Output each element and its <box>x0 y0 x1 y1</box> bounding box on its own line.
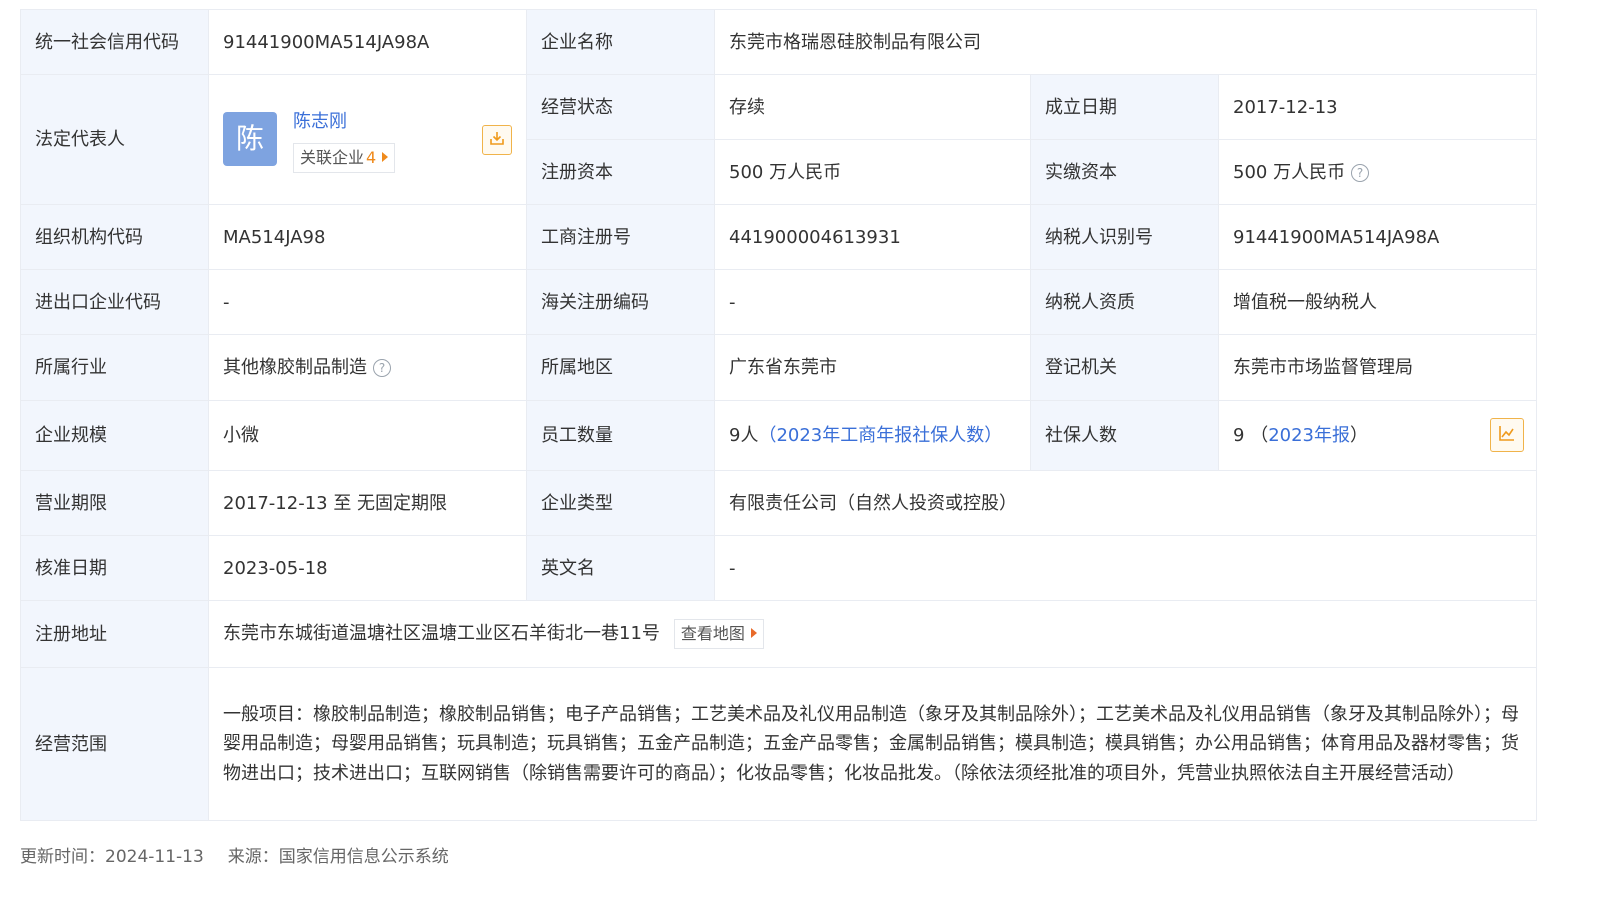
org-code-label: 组织机构代码 <box>20 204 209 270</box>
authority-value: 东莞市市场监督管理局 <box>1217 334 1538 401</box>
table-row: 法定代表人 陈 陈志刚 关联企业 4 经营状态 存续 成立日期 2017-12-1… <box>20 74 1538 205</box>
taxpayer-id-label: 纳税人识别号 <box>1030 204 1219 270</box>
employees-cell: 9人（2023年工商年报社保人数） <box>714 400 1031 471</box>
company-info-panel: 统一社会信用代码 91441900MA514JA98A 企业名称 东莞市格瑞恩硅… <box>20 9 1538 821</box>
founded-value: 2017-12-13 <box>1217 74 1538 140</box>
view-map-button[interactable]: 查看地图 <box>673 619 764 649</box>
legal-rep-cell: 陈 陈志刚 关联企业 4 <box>208 74 527 205</box>
avatar[interactable]: 陈 <box>223 111 277 166</box>
taxpayer-type-label: 纳税人资质 <box>1030 269 1219 335</box>
approval-label: 核准日期 <box>20 535 209 601</box>
taxpayer-type-value: 增值税一般纳税人 <box>1217 269 1538 335</box>
table-row: 进出口企业代码 - 海关注册编码 - 纳税人资质 增值税一般纳税人 <box>20 269 1538 335</box>
related-companies-count: 4 <box>366 147 377 167</box>
region-value: 广东省东莞市 <box>714 334 1031 401</box>
legal-rep-label: 法定代表人 <box>20 74 209 205</box>
address-label: 注册地址 <box>20 600 209 668</box>
type-label: 企业类型 <box>526 470 715 536</box>
caret-right-icon <box>750 628 757 638</box>
industry-value: 其他橡胶制品制造 <box>223 357 367 378</box>
question-circle-icon[interactable]: ? <box>1351 163 1370 182</box>
english-label: 英文名 <box>526 535 715 601</box>
download-icon <box>490 131 504 145</box>
view-map-label: 查看地图 <box>680 624 745 643</box>
status-label: 经营状态 <box>526 74 715 140</box>
import-export-label: 进出口企业代码 <box>20 269 209 335</box>
credit-code-value: 91441900MA514JA98A <box>208 9 527 75</box>
import-export-value: - <box>208 269 527 335</box>
employees-note-link[interactable]: （2023年工商年报社保人数） <box>758 425 1002 446</box>
authority-label: 登记机关 <box>1030 334 1219 401</box>
term-label: 营业期限 <box>20 470 209 536</box>
english-value: - <box>713 535 1538 601</box>
type-value: 有限责任公司（自然人投资或控股） <box>713 470 1538 536</box>
line-chart-icon <box>1499 426 1515 441</box>
paid-capital-label: 实缴资本 <box>1030 139 1219 205</box>
scale-label: 企业规模 <box>20 400 209 471</box>
employees-value: 9人 <box>729 425 759 446</box>
annual-report-link[interactable]: 2023年报 <box>1268 425 1350 446</box>
insured-paren-open: （ <box>1250 425 1269 446</box>
scale-value: 小微 <box>208 400 527 471</box>
table-row: 组织机构代码 MA514JA98 工商注册号 441900004613931 纳… <box>20 204 1538 270</box>
table-row: 所属行业 其他橡胶制品制造? 所属地区 广东省东莞市 登记机关 东莞市市场监督管… <box>20 334 1538 401</box>
industry-cell: 其他橡胶制品制造? <box>208 334 527 401</box>
update-time: 更新时间：2024-11-13 <box>20 847 204 867</box>
table-row: 统一社会信用代码 91441900MA514JA98A 企业名称 东莞市格瑞恩硅… <box>20 9 1538 75</box>
credit-code-label: 统一社会信用代码 <box>20 9 209 75</box>
founded-label: 成立日期 <box>1030 74 1219 140</box>
approval-value: 2023-05-18 <box>208 535 527 601</box>
insured-value: 9 <box>1233 425 1245 446</box>
biz-reg-label: 工商注册号 <box>526 204 715 270</box>
paid-capital-cell: 500 万人民币? <box>1217 139 1538 205</box>
table-row: 注册地址 东莞市东城街道温塘社区温塘工业区石羊街北一巷11号 查看地图 <box>20 600 1538 668</box>
region-label: 所属地区 <box>526 334 715 401</box>
paid-capital-value: 500 万人民币 <box>1233 161 1346 183</box>
reg-capital-label: 注册资本 <box>526 139 715 205</box>
trend-chart-button[interactable] <box>1490 418 1525 452</box>
download-button[interactable] <box>482 124 512 155</box>
address-cell: 东莞市东城街道温塘社区温塘工业区石羊街北一巷11号 查看地图 <box>207 600 1538 668</box>
address-value: 东莞市东城街道温塘社区温塘工业区石羊街北一巷11号 <box>223 623 660 644</box>
org-code-value: MA514JA98 <box>208 204 527 270</box>
term-value: 2017-12-13 至 无固定期限 <box>208 470 527 536</box>
legal-rep-name-link[interactable]: 陈志刚 <box>293 108 347 136</box>
insured-label: 社保人数 <box>1030 400 1219 471</box>
taxpayer-id-value: 91441900MA514JA98A <box>1217 204 1538 270</box>
biz-reg-value: 441900004613931 <box>714 204 1031 270</box>
reg-capital-value: 500 万人民币 <box>714 139 1031 205</box>
question-circle-icon[interactable]: ? <box>373 359 391 377</box>
insured-cell: 9 （2023年报） <box>1217 400 1538 471</box>
customs-label: 海关注册编码 <box>526 269 715 335</box>
status-value: 存续 <box>714 74 1031 140</box>
company-name-value: 东莞市格瑞恩硅胶制品有限公司 <box>713 9 1538 75</box>
table-row: 营业期限 2017-12-13 至 无固定期限 企业类型 有限责任公司（自然人投… <box>20 470 1538 536</box>
company-name-label: 企业名称 <box>526 9 715 75</box>
caret-right-icon <box>382 151 389 162</box>
related-companies-label: 关联企业 <box>300 147 365 167</box>
company-info-table: 统一社会信用代码 91441900MA514JA98A 企业名称 东莞市格瑞恩硅… <box>20 9 1538 821</box>
table-row: 企业规模 小微 员工数量 9人（2023年工商年报社保人数） 社保人数 9 （2… <box>20 400 1538 471</box>
customs-value: - <box>714 269 1031 335</box>
scope-label: 经营范围 <box>20 667 209 821</box>
industry-label: 所属行业 <box>20 334 209 401</box>
data-source: 来源：国家信用信息公示系统 <box>227 847 449 867</box>
related-companies-button[interactable]: 关联企业 4 <box>293 142 396 173</box>
employees-label: 员工数量 <box>526 400 715 471</box>
table-row: 核准日期 2023-05-18 英文名 - <box>20 535 1538 601</box>
scope-value: 一般项目：橡胶制品制造；橡胶制品销售；电子产品销售；工艺美术品及礼仪用品制造（象… <box>207 667 1538 821</box>
insured-paren-close: ） <box>1350 425 1368 446</box>
footer: 更新时间：2024-11-13 来源：国家信用信息公示系统 <box>20 844 449 870</box>
table-row: 经营范围 一般项目：橡胶制品制造；橡胶制品销售；电子产品销售；工艺美术品及礼仪用… <box>20 667 1538 821</box>
